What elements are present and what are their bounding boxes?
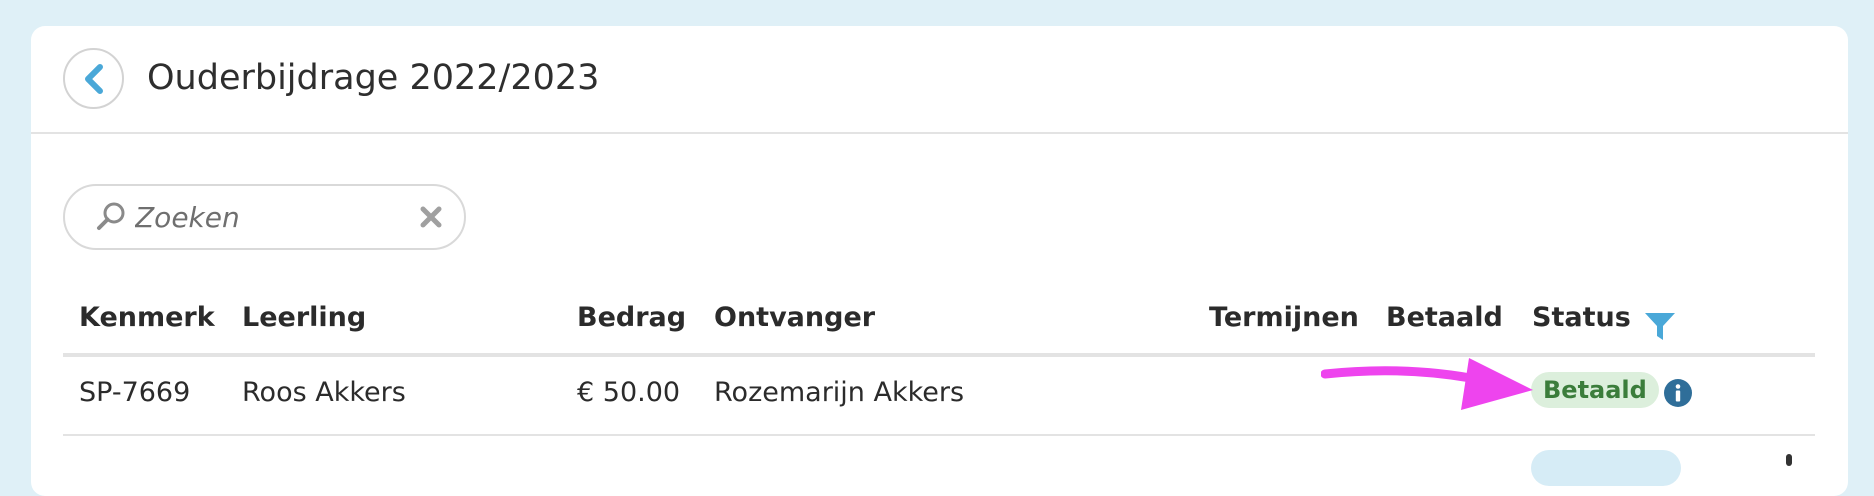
page-header: Ouderbijdrage 2022/2023 (31, 26, 1848, 134)
page-title: Ouderbijdrage 2022/2023 (147, 58, 600, 98)
chevron-left-icon (84, 63, 103, 94)
column-header-ontvanger[interactable]: Ontvanger (714, 300, 875, 336)
cell-bedrag: € 50.00 (577, 377, 681, 408)
info-icon[interactable] (1663, 378, 1693, 408)
more-icon[interactable] (1786, 454, 1792, 466)
search-input[interactable] (135, 196, 415, 238)
column-header-betaald[interactable]: Betaald (1386, 300, 1503, 336)
annotation-arrow-icon (1321, 358, 1533, 410)
cell-kenmerk: SP-7669 (79, 377, 191, 408)
cell-leerling: Roos Akkers (242, 377, 406, 408)
filter-icon[interactable] (1643, 310, 1677, 342)
column-header-bedrag[interactable]: Bedrag (577, 300, 686, 336)
column-header-leerling[interactable]: Leerling (242, 300, 366, 336)
row-divider (63, 434, 1815, 436)
column-header-termijnen[interactable]: Termijnen (1209, 300, 1359, 336)
search-field[interactable] (63, 184, 466, 250)
column-header-status[interactable]: Status (1532, 300, 1631, 336)
cell-ontvanger: Rozemarijn Akkers (714, 377, 965, 408)
status-badge: Betaald (1531, 372, 1659, 408)
close-icon[interactable] (418, 204, 444, 230)
search-icon (97, 202, 125, 230)
table-header-divider (63, 353, 1815, 357)
status-badge (1531, 450, 1681, 486)
back-button[interactable] (63, 48, 124, 109)
main-card: Ouderbijdrage 2022/2023 Kenmerk Leerling… (31, 26, 1848, 496)
column-header-kenmerk[interactable]: Kenmerk (79, 300, 215, 336)
